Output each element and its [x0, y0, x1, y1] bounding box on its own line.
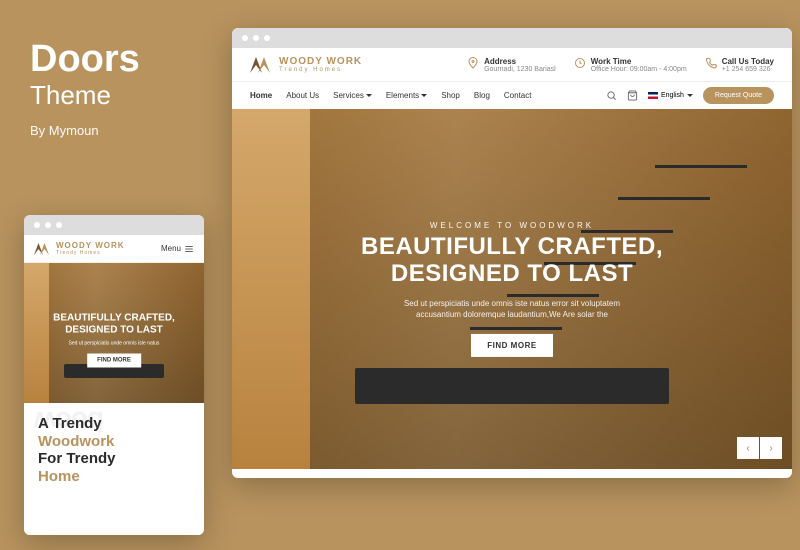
- logo-name: WOODY WORK: [279, 56, 362, 67]
- call-value: +1 254 659 326: [722, 66, 774, 73]
- mobile-logo[interactable]: WOODY WORK Trendy Homes: [34, 241, 125, 256]
- phone-icon: [705, 57, 717, 69]
- slider-prev-button[interactable]: ‹: [737, 437, 759, 459]
- window-dot: [253, 35, 259, 41]
- chevron-down-icon: [421, 94, 427, 97]
- desktop-preview-window: WOODY WORK Trendy Homes Address Gournadi…: [232, 28, 792, 478]
- contact-address: Address Gournadi, 1230 Bariasl: [467, 57, 556, 73]
- hamburger-icon: [184, 244, 194, 254]
- window-dot: [34, 222, 40, 228]
- logo-tagline: Trendy Homes: [56, 250, 125, 256]
- language-selector[interactable]: English: [648, 92, 693, 99]
- mobile-find-more-button[interactable]: FIND MORE: [87, 354, 141, 368]
- mobile-preview-window: WOODY WORK Trendy Homes Menu BEAUTIFULLY…: [24, 215, 204, 535]
- logo-icon: [250, 57, 274, 73]
- hero-section: WELCOME TO WOODWORK BEAUTIFULLY CRAFTED,…: [232, 109, 792, 469]
- contact-worktime: Work Time Office Hour: 09:00am - 4:00pm: [574, 57, 687, 73]
- logo-tagline: Trendy Homes: [279, 67, 362, 73]
- logo-name: WOODY WORK: [56, 241, 125, 250]
- nav-blog[interactable]: Blog: [474, 91, 490, 100]
- hero-eyebrow: WELCOME TO WOODWORK: [260, 221, 764, 230]
- slider-next-button[interactable]: ›: [760, 437, 782, 459]
- nav-home[interactable]: Home: [250, 91, 272, 100]
- window-dot: [264, 35, 270, 41]
- search-icon[interactable]: [606, 90, 617, 101]
- contact-call: Call Us Today +1 254 659 326: [705, 57, 774, 73]
- window-dot: [56, 222, 62, 228]
- mobile-hero: BEAUTIFULLY CRAFTED, DESIGNED TO LAST Se…: [24, 263, 204, 403]
- nav-services[interactable]: Services: [333, 91, 372, 100]
- clock-icon: [574, 57, 586, 69]
- language-label: English: [661, 92, 684, 99]
- call-label: Call Us Today: [722, 57, 774, 66]
- theme-subtitle: Theme: [30, 80, 140, 111]
- nav-contact[interactable]: Contact: [504, 91, 532, 100]
- cart-icon[interactable]: [627, 90, 638, 101]
- browser-titlebar: [232, 28, 792, 48]
- theme-title: Doors: [30, 40, 140, 78]
- window-dot: [242, 35, 248, 41]
- worktime-label: Work Time: [591, 57, 687, 66]
- slider-navigation: ‹ ›: [737, 437, 782, 459]
- mobile-intro-section: wood A Trendy Woodwork For Trendy Home: [24, 403, 204, 498]
- pin-icon: [467, 57, 479, 69]
- chevron-down-icon: [687, 94, 693, 97]
- worktime-value: Office Hour: 09:00am - 4:00pm: [591, 66, 687, 73]
- find-more-button[interactable]: FIND MORE: [471, 334, 552, 357]
- request-quote-button[interactable]: Request Quote: [703, 87, 774, 104]
- mobile-menu-button[interactable]: Menu: [161, 244, 194, 254]
- mobile-hero-title: BEAUTIFULLY CRAFTED, DESIGNED TO LAST: [31, 313, 197, 336]
- main-nav: Home About Us Services Elements Shop Blo…: [232, 81, 792, 109]
- mobile-hero-desc: Sed ut perspiciatis unde omnis iste natu…: [31, 341, 197, 347]
- mobile-section-title: A Trendy Woodwork For Trendy Home: [38, 415, 190, 486]
- nav-elements[interactable]: Elements: [386, 91, 427, 100]
- nav-about[interactable]: About Us: [286, 91, 319, 100]
- address-label: Address: [484, 57, 556, 66]
- browser-titlebar: [24, 215, 204, 235]
- window-dot: [45, 222, 51, 228]
- mobile-header: WOODY WORK Trendy Homes Menu: [24, 235, 204, 263]
- header-top-bar: WOODY WORK Trendy Homes Address Gournadi…: [232, 48, 792, 81]
- logo-icon: [34, 243, 52, 255]
- address-value: Gournadi, 1230 Bariasl: [484, 66, 556, 73]
- chevron-down-icon: [366, 94, 372, 97]
- hero-description: Sed ut perspiciatis unde omnis iste natu…: [260, 298, 764, 320]
- theme-info: Doors Theme By Mymoun: [30, 40, 140, 138]
- flag-icon: [648, 92, 658, 99]
- nav-shop[interactable]: Shop: [441, 91, 460, 100]
- hero-title: BEAUTIFULLY CRAFTED, DESIGNED TO LAST: [260, 234, 764, 288]
- site-logo[interactable]: WOODY WORK Trendy Homes: [250, 56, 362, 73]
- theme-author: By Mymoun: [30, 123, 140, 138]
